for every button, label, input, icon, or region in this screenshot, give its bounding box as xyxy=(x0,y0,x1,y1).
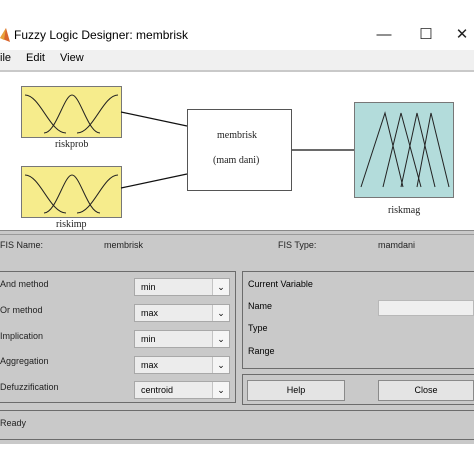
or-method-select[interactable]: max ⌄ xyxy=(134,304,230,322)
chevron-down-icon: ⌄ xyxy=(212,305,229,321)
maximize-button[interactable]: ☐ xyxy=(408,21,444,49)
close-window-button[interactable]: ✕ xyxy=(444,21,474,49)
fis-type-label: FIS Type: xyxy=(278,240,317,250)
aggregation-value: max xyxy=(141,360,159,370)
implication-select[interactable]: min ⌄ xyxy=(134,330,230,348)
variable-name-label: Name xyxy=(248,301,273,311)
implication-value: min xyxy=(141,334,156,344)
menu-edit[interactable]: Edit xyxy=(26,52,45,64)
fis-type-value: mamdani xyxy=(378,240,416,250)
fis-name-label: FIS Name: xyxy=(0,240,44,250)
matlab-icon xyxy=(0,28,10,42)
chevron-down-icon: ⌄ xyxy=(212,331,229,347)
fis-system-block[interactable]: membrisk (mam dani) xyxy=(187,109,292,191)
current-variable-heading: Current Variable xyxy=(248,279,313,289)
chevron-down-icon: ⌄ xyxy=(212,279,229,295)
and-method-select[interactable]: min ⌄ xyxy=(134,278,230,296)
fis-name-value: membrisk xyxy=(104,240,144,250)
variable-range-label: Range xyxy=(248,346,275,356)
defuzzification-value: centroid xyxy=(141,385,174,395)
menu-file[interactable]: ile xyxy=(0,52,11,64)
defuzzification-label: Defuzzification xyxy=(0,382,59,392)
or-method-value: max xyxy=(141,308,159,318)
membership-functions-icon xyxy=(360,111,450,188)
variable-name-field[interactable] xyxy=(378,300,474,316)
status-bar xyxy=(0,410,474,440)
window-title: Fuzzy Logic Designer: membrisk xyxy=(14,28,189,42)
or-method-label: Or method xyxy=(0,305,43,315)
chevron-down-icon: ⌄ xyxy=(212,382,229,398)
status-text: Ready xyxy=(0,418,27,428)
output-riskmag-block[interactable] xyxy=(354,102,454,198)
defuzzification-select[interactable]: centroid ⌄ xyxy=(134,381,230,399)
close-button[interactable]: Close xyxy=(378,380,474,401)
aggregation-label: Aggregation xyxy=(0,356,49,366)
help-button[interactable]: Help xyxy=(247,380,345,401)
and-method-label: And method xyxy=(0,279,49,289)
system-name: membrisk xyxy=(217,130,257,141)
system-type: (mam dani) xyxy=(213,155,260,166)
and-method-value: min xyxy=(141,282,156,292)
menu-view[interactable]: View xyxy=(60,52,84,64)
minimize-button[interactable]: — xyxy=(366,21,402,49)
chevron-down-icon: ⌄ xyxy=(212,357,229,373)
variable-type-label: Type xyxy=(248,323,268,333)
output-riskmag-label: riskmag xyxy=(388,205,421,216)
aggregation-select[interactable]: max ⌄ xyxy=(134,356,230,374)
implication-label: Implication xyxy=(0,331,44,341)
